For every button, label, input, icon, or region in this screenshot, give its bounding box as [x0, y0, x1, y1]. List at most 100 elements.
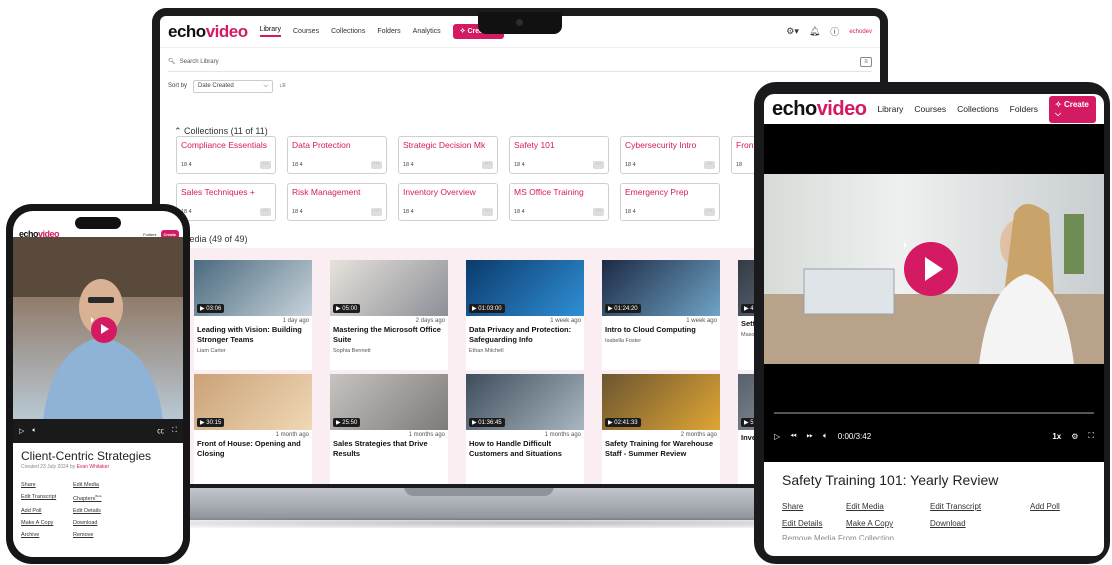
help-icon[interactable]: ⓘ [830, 25, 839, 38]
remove-from-collection-action[interactable]: Remove Media From Collection [782, 534, 1086, 540]
nav-folders[interactable]: Folders [377, 28, 400, 35]
media-card[interactable]: ▶ 01:24:20 1 week ago Intro to Cloud Compu… [602, 260, 720, 370]
share-action[interactable]: Share [782, 502, 846, 511]
filter-icon[interactable]: ≡ [860, 56, 872, 67]
more-options-icon[interactable]: ··· [371, 208, 382, 216]
make-copy-action[interactable]: Make A Copy [21, 520, 73, 526]
download-action[interactable]: Download [73, 520, 143, 526]
share-action[interactable]: Share [21, 482, 73, 488]
more-options-icon[interactable]: ··· [593, 208, 604, 216]
more-options-icon[interactable]: ··· [482, 208, 493, 216]
tablet-video-player[interactable] [764, 174, 1104, 364]
speed-button[interactable]: 1x [1052, 432, 1061, 441]
media-card[interactable]: ▶ 03:06 1 day ago Leading with Vision: Bui… [194, 260, 312, 370]
media-title[interactable]: Data Privacy and Protection: Safeguardin… [466, 324, 584, 346]
nav-courses[interactable]: Courses [914, 104, 946, 114]
nav-folders[interactable]: Folders [1010, 104, 1038, 114]
rewind-icon[interactable]: ⏪︎ [790, 431, 796, 441]
media-thumbnail[interactable]: ▶ 03:06 [194, 260, 312, 316]
echovideo-logo[interactable]: echovideo [168, 22, 248, 42]
nav-analytics[interactable]: Analytics [413, 28, 441, 35]
media-title[interactable]: Leading with Vision: Building Stronger T… [194, 324, 312, 346]
volume-icon[interactable]: 🔈︎ [32, 427, 36, 435]
media-title[interactable]: Intro to Cloud Computing [602, 324, 720, 336]
sort-direction-icon[interactable]: ↓≡ [279, 83, 286, 89]
media-thumbnail[interactable]: ▶ 30:15 [194, 374, 312, 430]
edit-media-action[interactable]: Edit Media [846, 502, 930, 511]
settings-icon[interactable]: ⚙▾ [786, 26, 799, 37]
phone-video-player[interactable] [13, 237, 183, 419]
collection-card[interactable]: Compliance Essentials 18 4 ··· [176, 136, 276, 174]
media-card[interactable]: ▶ 30:15 1 month ago Front of House: Openin… [194, 374, 312, 484]
media-thumbnail[interactable]: ▶ 05:00 [330, 260, 448, 316]
collection-card[interactable]: MS Office Training 18 4 ··· [509, 183, 609, 221]
echovideo-logo[interactable]: echovideo [772, 98, 867, 121]
media-thumbnail[interactable]: ▶ 01:03:00 [466, 260, 584, 316]
collection-card[interactable]: Risk Management 18 4 ··· [287, 183, 387, 221]
media-title[interactable]: Safety Training for Warehouse Staff - Su… [602, 438, 720, 460]
add-poll-action[interactable]: Add Poll [1030, 502, 1090, 511]
more-options-icon[interactable]: ··· [260, 208, 271, 216]
play-button[interactable] [91, 317, 117, 343]
media-thumbnail[interactable]: ▶ 01:24:20 [602, 260, 720, 316]
captions-icon[interactable]: ㏄ [157, 426, 164, 436]
settings-icon[interactable]: ⚙ [1071, 432, 1078, 441]
video-progress-bar[interactable] [774, 412, 1094, 414]
archive-action[interactable]: Archive [21, 532, 73, 538]
media-title[interactable]: Front of House: Opening and Closing [194, 438, 312, 460]
more-options-icon[interactable]: ··· [371, 161, 382, 169]
nav-collections[interactable]: Collections [331, 28, 365, 35]
make-copy-action[interactable]: Make A Copy [846, 519, 930, 528]
more-options-icon[interactable]: ··· [593, 161, 604, 169]
media-title[interactable]: Mastering the Microsoft Office Suite [330, 324, 448, 346]
collection-card[interactable]: Data Protection 18 4 ··· [287, 136, 387, 174]
add-poll-action[interactable]: Add Poll [21, 508, 73, 514]
nav-folders[interactable]: Folders [143, 232, 156, 237]
fullscreen-icon[interactable]: ⛶ [1088, 431, 1094, 441]
edit-transcript-action[interactable]: Edit Transcript [930, 502, 1030, 511]
media-thumbnail[interactable]: ▶ 02:41:33 [602, 374, 720, 430]
create-button[interactable]: ✧ Create ⌵ [1049, 95, 1096, 123]
user-menu[interactable]: echodev [849, 29, 872, 35]
chapters-action[interactable]: ChaptersBeta [73, 494, 143, 502]
edit-details-action[interactable]: Edit Details [782, 519, 846, 528]
edit-details-action[interactable]: Edit Details [73, 508, 143, 514]
collection-card[interactable]: Sales Techniques +18 4 ··· [176, 183, 276, 221]
bell-icon[interactable]: 🔔︎ [809, 26, 820, 37]
collection-card[interactable]: Inventory Overview 18 4 ··· [398, 183, 498, 221]
download-action[interactable]: Download [930, 519, 1030, 528]
nav-courses[interactable]: Courses [293, 28, 319, 35]
nav-library[interactable]: Library [259, 26, 281, 37]
fullscreen-icon[interactable]: ⛶ [172, 427, 177, 435]
play-icon[interactable]: ▷ [19, 427, 24, 435]
play-button[interactable] [904, 242, 958, 296]
collection-card[interactable]: Strategic Decision Mk 18 4 ··· [398, 136, 498, 174]
edit-media-action[interactable]: Edit Media [73, 482, 143, 488]
sort-select[interactable]: Date Created ⌵ [193, 79, 274, 93]
more-options-icon[interactable]: ··· [704, 208, 715, 216]
play-icon[interactable]: ▷ [774, 432, 780, 441]
media-card[interactable]: ▶ 02:41:33 2 months ago Safety Training fo… [602, 374, 720, 484]
more-options-icon[interactable]: ··· [482, 161, 493, 169]
more-options-icon[interactable]: ··· [260, 161, 271, 169]
media-title[interactable]: Sales Strategies that Drive Results [330, 438, 448, 460]
media-thumbnail[interactable]: ▶ 01:36:45 [466, 374, 584, 430]
collection-card[interactable]: Safety 101 18 4 ··· [509, 136, 609, 174]
media-card[interactable]: ▶ 05:00 2 days ago Mastering the Microsoft… [330, 260, 448, 370]
remove-action[interactable]: Remove [73, 532, 143, 538]
collection-card[interactable]: Emergency Prep 18 4 ··· [620, 183, 720, 221]
nav-library[interactable]: Library [877, 104, 903, 114]
media-title[interactable]: How to Handle Difficult Customers and Si… [466, 438, 584, 460]
more-options-icon[interactable]: ··· [704, 161, 715, 169]
media-card[interactable]: ▶ 01:36:45 1 months ago How to Handle Diff… [466, 374, 584, 484]
edit-transcript-action[interactable]: Edit Transcript [21, 494, 73, 502]
media-card[interactable]: ▶ 25:50 1 months ago Sales Strategies that… [330, 374, 448, 484]
media-thumbnail[interactable]: ▶ 25:50 [330, 374, 448, 430]
collection-card[interactable]: Cybersecurity Intro 18 4 ··· [620, 136, 720, 174]
volume-icon[interactable]: 🔈︎ [823, 431, 828, 441]
media-card[interactable]: ▶ 01:03:00 1 week ago Data Privacy and Pro… [466, 260, 584, 370]
forward-icon[interactable]: ⏩︎ [807, 431, 813, 441]
nav-collections[interactable]: Collections [957, 104, 999, 114]
library-search[interactable]: 🔍︎ Search Library ≡ [168, 52, 872, 72]
author-link[interactable]: Evan Whitaker [77, 464, 110, 470]
